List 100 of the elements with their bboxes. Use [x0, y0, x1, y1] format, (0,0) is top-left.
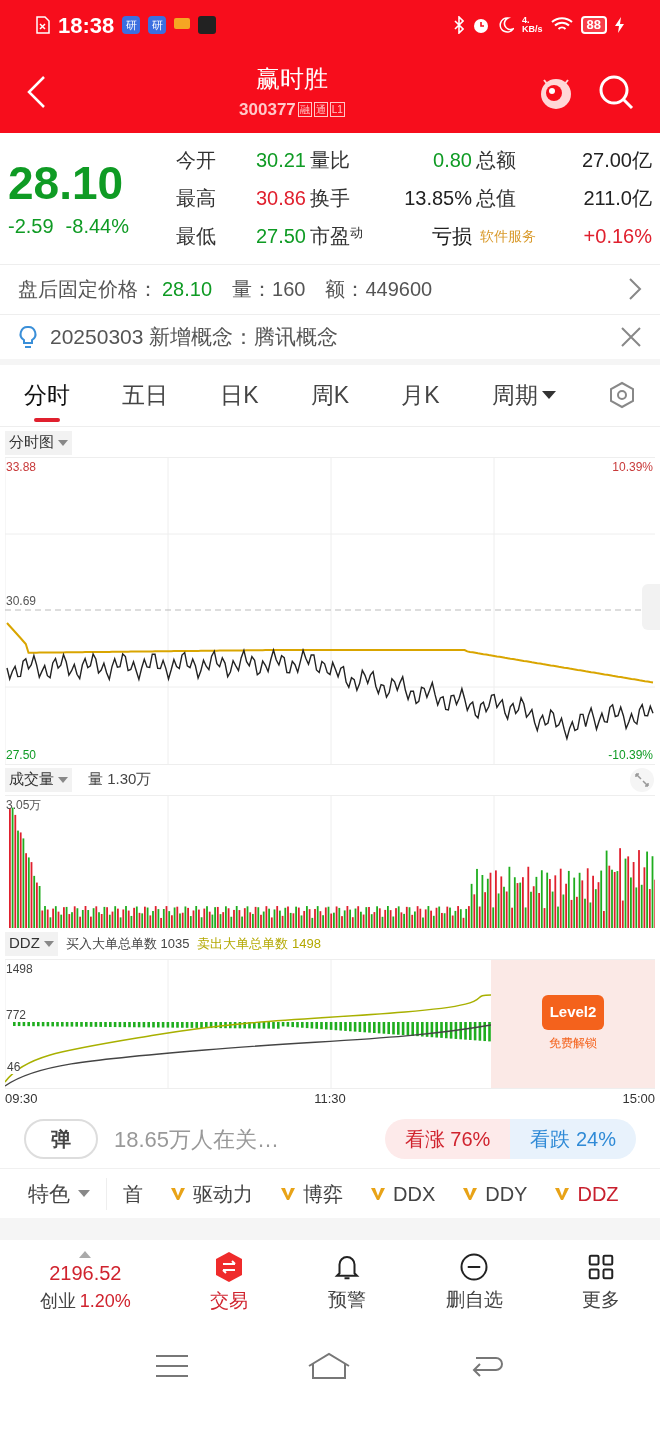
- quote-label: 今开: [176, 148, 217, 174]
- price-change-percent: -8.44%: [65, 214, 129, 240]
- chart-tab[interactable]: 周K: [310, 364, 350, 426]
- quote-label: 换手: [309, 186, 351, 212]
- ddz-axis-min: 46: [7, 1060, 21, 1074]
- bottom-nav-item[interactable]: 删自选: [445, 1251, 503, 1315]
- message-icon: [174, 18, 191, 32]
- axis-min-price: 27.50: [6, 746, 37, 764]
- expand-icon[interactable]: [629, 766, 655, 793]
- vip-v-icon: [555, 1186, 570, 1201]
- bottom-nav-item[interactable]: 更多: [582, 1251, 621, 1315]
- chart-tab[interactable]: 日K: [220, 364, 259, 426]
- danmaku-toggle[interactable]: 弹: [24, 1119, 98, 1160]
- settings-icon[interactable]: [607, 381, 636, 410]
- quote-value: 30.86: [255, 186, 306, 212]
- home-icon[interactable]: [307, 1352, 351, 1381]
- up-arrow-icon: [79, 1251, 92, 1259]
- bottom-nav-item[interactable]: 预警: [328, 1251, 366, 1315]
- feature-tab[interactable]: DDX: [371, 1178, 436, 1209]
- stock-tag: 通: [313, 102, 328, 117]
- quote-value: 亏损: [432, 224, 472, 250]
- chart-tab[interactable]: 周期: [491, 364, 556, 426]
- lightbulb-icon: [18, 324, 38, 349]
- price-change: -2.59: [8, 214, 54, 240]
- quote-label: 市盈$^{动}$: [309, 223, 364, 250]
- caret-down-icon: [78, 1190, 90, 1198]
- feature-tab[interactable]: 首: [123, 1178, 143, 1209]
- index-change: 1.20%: [79, 1290, 131, 1314]
- time-axis-label: 09:30: [5, 1089, 38, 1108]
- quote-label: 最高: [176, 186, 217, 212]
- stock-code: 300377: [239, 98, 296, 121]
- clock-time: 18:38: [58, 11, 115, 40]
- chevron-right-icon[interactable]: [628, 277, 642, 302]
- feature-menu[interactable]: 特色: [28, 1178, 107, 1210]
- index-quote[interactable]: 2196.52 创业 1.20%: [39, 1251, 131, 1316]
- minus-circle-icon: [459, 1251, 490, 1282]
- quote-value: 30.21: [255, 148, 306, 174]
- chart-type-selector[interactable]: 分时图: [5, 430, 72, 455]
- feature-tab[interactable]: 驱动力: [171, 1178, 253, 1209]
- bluetooth-icon: [454, 16, 464, 34]
- vip-v-icon: [371, 1186, 385, 1201]
- ddz-axis-mid: 772: [6, 1006, 27, 1024]
- sim-icon: [36, 16, 50, 34]
- network-speed-unit: KB/s: [522, 25, 543, 34]
- app-notification-icon: 研: [148, 16, 167, 34]
- caret-down-icon: [43, 940, 54, 947]
- volume-axis-max: 3.05万: [6, 796, 42, 814]
- after-hours-label: 盘后固定价格：: [18, 277, 158, 303]
- stock-tag: 融: [297, 102, 312, 117]
- battery-level: 88: [580, 16, 607, 34]
- chart-tab[interactable]: 月K: [401, 364, 440, 426]
- menu-icon[interactable]: [155, 1354, 188, 1379]
- indicator-selector[interactable]: 成交量: [5, 767, 72, 792]
- app-icon: [198, 16, 217, 34]
- quote-value: 27.50: [255, 224, 306, 250]
- concept-notice: 20250303 新增概念：腾讯概念: [50, 323, 340, 350]
- watchers-count: 18.65万人在关…: [114, 1125, 281, 1154]
- quote-label: 量比: [309, 148, 351, 174]
- quote-value: 13.85%: [404, 186, 472, 212]
- after-hours-price: 28.10: [162, 277, 213, 303]
- sector-change: +0.16%: [583, 224, 652, 250]
- after-hours-amount: 额：449600: [325, 277, 434, 303]
- bottom-nav-item[interactable]: 交易: [210, 1250, 249, 1316]
- quote-label: 总额: [475, 148, 517, 174]
- time-axis-label: 11:30: [314, 1089, 346, 1108]
- level2-badge: Level2: [541, 995, 605, 1030]
- vip-v-icon: [463, 1186, 478, 1201]
- vip-v-icon: [281, 1186, 295, 1201]
- volume-reading: 量 1.30万: [88, 769, 153, 790]
- caret-down-icon: [58, 776, 68, 783]
- buy-order-count: 买入大单总单数 1035: [65, 934, 190, 953]
- feature-tab[interactable]: DDZ: [555, 1178, 619, 1209]
- index-name: 创业: [39, 1290, 76, 1314]
- caret-down-icon: [58, 439, 68, 446]
- after-hours-volume: 量：160: [232, 277, 306, 303]
- bullish-vote[interactable]: 看涨 76%: [384, 1119, 511, 1160]
- axis-prev-close: 30.69: [6, 592, 37, 610]
- quote-label: 总值: [475, 186, 517, 212]
- charging-icon: [615, 17, 624, 33]
- quote-value: 0.80: [433, 148, 472, 174]
- quote-value: 211.0亿: [583, 186, 652, 212]
- chart-tab[interactable]: 分时: [24, 364, 70, 426]
- close-icon[interactable]: [620, 325, 642, 348]
- sell-order-count: 卖出大单总单数 1498: [197, 934, 321, 953]
- feature-tab[interactable]: 博弈: [281, 1178, 343, 1209]
- vip-v-icon: [171, 1186, 185, 1201]
- stock-tag: L1: [329, 102, 345, 117]
- quote-label: 最低: [176, 224, 217, 250]
- axis-min-percent: -10.39%: [608, 746, 653, 764]
- indicator-selector[interactable]: DDZ: [5, 931, 58, 956]
- axis-max-price: 33.88: [6, 458, 37, 476]
- feature-tab[interactable]: DDY: [463, 1178, 528, 1209]
- current-price: 28.10: [8, 156, 125, 212]
- chart-tab[interactable]: 五日: [122, 364, 169, 426]
- time-axis-label: 15:00: [622, 1089, 655, 1108]
- moon-icon: [498, 17, 514, 33]
- stock-name: 赢时胜: [256, 63, 328, 94]
- unlock-text: 免费解锁: [549, 1034, 597, 1052]
- sector-name: 软件服务: [479, 226, 536, 246]
- index-value: 2196.52: [49, 1261, 122, 1287]
